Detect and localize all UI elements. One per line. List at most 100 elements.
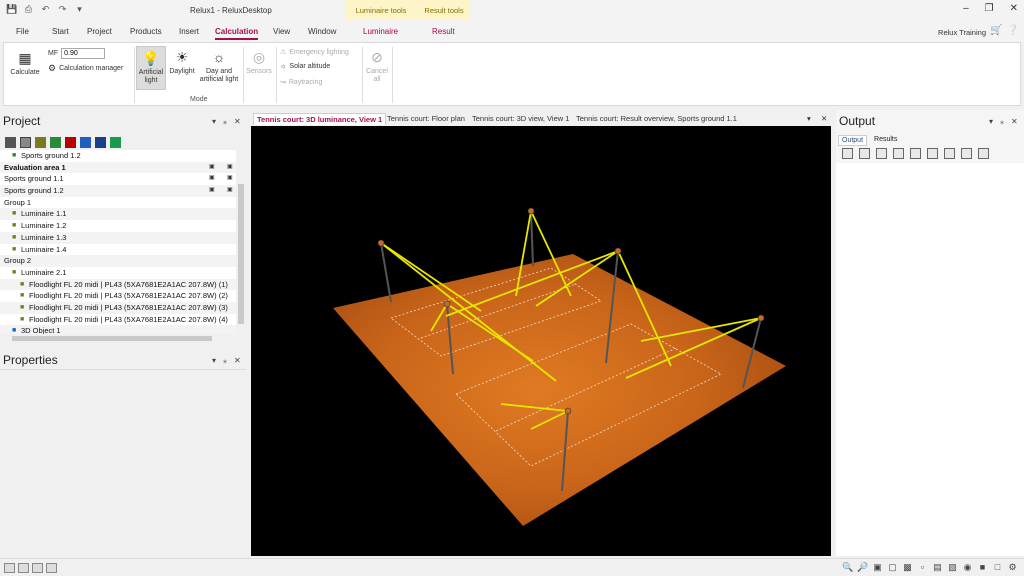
dropdown-icon[interactable]: ▾ xyxy=(989,117,993,126)
project-tree-scrollbar[interactable] xyxy=(236,150,246,334)
scroll-thumb[interactable] xyxy=(238,184,244,324)
tree-item[interactable]: ■ 3D Object 1 xyxy=(0,325,236,334)
grid-icon[interactable] xyxy=(978,148,989,159)
tree-item[interactable]: Group 2 xyxy=(0,255,236,267)
lock-icon[interactable]: ▣ xyxy=(209,162,215,174)
solar-altitude-button[interactable]: ☼ Solar altitude xyxy=(280,63,330,70)
dropdown-icon[interactable]: ▾ xyxy=(212,117,216,126)
print-icon[interactable]: ⎙ xyxy=(23,4,34,15)
tree-item[interactable]: ■ Floodlight FL 20 midi | PL43 (5XA7681E2… xyxy=(0,290,236,302)
scroll-thumb[interactable] xyxy=(12,336,212,341)
tree-item[interactable]: ■ Luminaire 2.1 xyxy=(0,267,236,279)
document-icon[interactable] xyxy=(927,148,938,159)
tab-results[interactable]: Results xyxy=(871,135,900,146)
sensors-button[interactable]: ◎ Sensors xyxy=(244,48,274,76)
close-icon[interactable]: ✕ xyxy=(821,114,827,123)
help-icon[interactable]: ❔ xyxy=(1007,25,1019,36)
tree-item[interactable]: Group 1 xyxy=(0,197,236,209)
menu-result[interactable]: Result xyxy=(432,27,455,36)
surface-icon[interactable] xyxy=(65,136,76,148)
zoom-out-icon[interactable]: 🔎 xyxy=(857,562,868,573)
save-icon[interactable]: 💾 xyxy=(6,4,17,15)
objects-icon[interactable] xyxy=(859,148,870,159)
tree-item[interactable]: ■ Sports ground 1.2 xyxy=(0,150,236,162)
undo-icon[interactable]: ↶ xyxy=(40,4,51,15)
menu-products[interactable]: Products xyxy=(130,27,162,36)
tab-3d-view[interactable]: Tennis court: 3D view, View 1 xyxy=(472,114,569,123)
grid-icon[interactable] xyxy=(18,563,29,573)
chair-icon[interactable] xyxy=(95,136,106,148)
view-front-icon[interactable]: ▫ xyxy=(917,562,928,573)
tree-item[interactable]: Sports ground 1.2 ▣ ▣ xyxy=(0,185,236,197)
zoom-window-icon[interactable]: ▢ xyxy=(887,562,898,573)
cube-icon[interactable] xyxy=(80,136,91,148)
customize-icon[interactable]: ▾ xyxy=(74,4,85,15)
tab-result-overview[interactable]: Tennis court: Result overview, Sports gr… xyxy=(576,114,737,123)
tree-item[interactable]: Sports ground 1.1 ▣ ▣ xyxy=(0,173,236,185)
tree-item[interactable]: ■ Luminaire 1.3 xyxy=(0,231,236,244)
snap-icon[interactable] xyxy=(46,563,57,573)
lock-icon[interactable]: ▣ xyxy=(227,185,233,197)
3d-luminance-view[interactable] xyxy=(251,126,831,556)
exit-sign-icon[interactable] xyxy=(110,136,121,148)
zoom-fit-icon[interactable]: ▣ xyxy=(872,562,883,573)
close-icon[interactable]: ✕ xyxy=(1010,3,1018,14)
day-and-artificial-light-button[interactable]: ☼ Day and artificial light xyxy=(197,48,241,84)
room-icon[interactable] xyxy=(893,148,904,159)
tab-floor-plan[interactable]: Tennis court: Floor plan xyxy=(387,114,465,123)
tree-item[interactable]: Evaluation area 1 ▣ ▣ xyxy=(0,161,236,174)
tabs-dropdown-icon[interactable]: ▾ xyxy=(807,114,811,123)
tree-item[interactable]: ■ Floodlight FL 20 midi | PL43 (5XA7681E2… xyxy=(0,278,236,291)
menu-calculation[interactable]: Calculation xyxy=(215,27,259,40)
emergency-lighting-button[interactable]: ⚠ Emergency lighting xyxy=(280,48,349,57)
lock-icon[interactable]: ▣ xyxy=(227,173,233,185)
project-tree-hscrollbar[interactable] xyxy=(0,334,236,343)
raytracing-button[interactable]: ↝ Raytracing xyxy=(280,78,322,87)
daylight-button[interactable]: ☀ Daylight xyxy=(167,48,197,76)
cube-icon[interactable] xyxy=(910,148,921,159)
pin-icon[interactable]: ⁎ xyxy=(223,117,227,126)
luminaire-icon[interactable] xyxy=(35,136,46,148)
objects-icon[interactable] xyxy=(20,136,31,148)
boxes-icon[interactable] xyxy=(842,148,853,159)
view-3d-icon[interactable]: ▩ xyxy=(902,562,913,573)
layout-icon[interactable] xyxy=(4,563,15,573)
menu-file[interactable]: File xyxy=(16,27,29,36)
tab-output[interactable]: Output xyxy=(838,135,868,146)
view-side-icon[interactable]: ▧ xyxy=(947,562,958,573)
tree-item[interactable]: ■ Floodlight FL 20 midi | PL43 (5XA7681E2… xyxy=(0,314,236,326)
restore-icon[interactable]: ❐ xyxy=(985,3,994,14)
calculate-button[interactable]: ▦ Calculate xyxy=(9,49,41,77)
table-icon[interactable] xyxy=(32,563,43,573)
redo-icon[interactable]: ↷ xyxy=(57,4,68,15)
pin-icon[interactable]: ⁎ xyxy=(223,356,227,365)
tree-item[interactable]: ■ Luminaire 1.1 xyxy=(0,208,236,221)
shade-icon[interactable]: ■ xyxy=(977,562,988,573)
close-icon[interactable]: ✕ xyxy=(234,356,241,365)
settings-icon[interactable]: ⚙ xyxy=(1007,562,1018,573)
zoom-in-icon[interactable]: 🔍 xyxy=(842,562,853,573)
lock-icon[interactable]: ▣ xyxy=(209,185,215,197)
render-icon[interactable]: ◉ xyxy=(962,562,973,573)
calculation-manager-button[interactable]: ⚙ Calculation manager xyxy=(48,63,123,74)
close-icon[interactable]: ✕ xyxy=(234,117,241,126)
menu-start[interactable]: Start xyxy=(52,27,69,36)
lock-icon[interactable]: ▣ xyxy=(227,162,233,174)
menu-view[interactable]: View xyxy=(273,27,290,36)
tree-item[interactable]: ■ Luminaire 1.2 xyxy=(0,220,236,232)
floorplan-icon[interactable] xyxy=(876,148,887,159)
artificial-light-button[interactable]: 💡 Artificial light xyxy=(136,46,166,90)
menu-project[interactable]: Project xyxy=(87,27,112,36)
tab-3d-luminance[interactable]: Tennis court: 3D luminance, View 1 xyxy=(253,113,387,125)
tree-item[interactable]: ■ Luminaire 1.4 xyxy=(0,244,236,256)
view-top-icon[interactable]: ▤ xyxy=(932,562,943,573)
wireframe-icon[interactable]: □ xyxy=(992,562,1003,573)
menu-window[interactable]: Window xyxy=(308,27,336,36)
boxes-icon[interactable] xyxy=(5,136,16,148)
menu-luminaire[interactable]: Luminaire xyxy=(363,27,398,36)
3d-scene[interactable] xyxy=(251,126,831,556)
user-name[interactable]: Relux Training xyxy=(938,28,986,37)
menu-insert[interactable]: Insert xyxy=(179,27,199,36)
lock-icon[interactable]: ▣ xyxy=(209,173,215,185)
tree-item[interactable]: ■ Floodlight FL 20 midi | PL43 (5XA7681E2… xyxy=(0,301,236,314)
